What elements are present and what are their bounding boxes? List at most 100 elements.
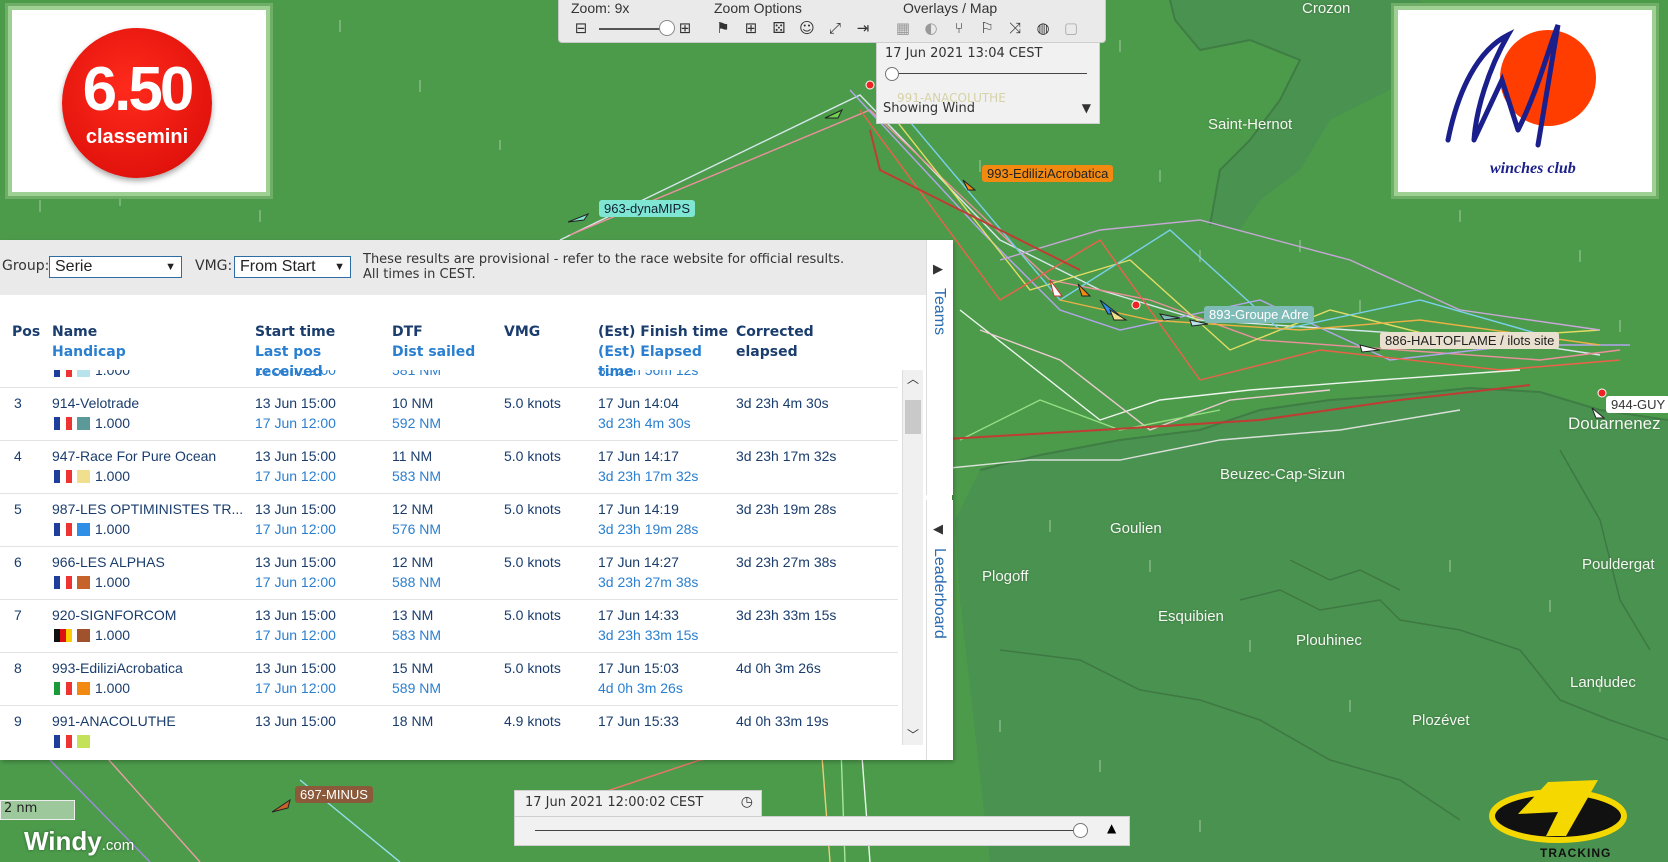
place-douarnenez: Douarnenez [1568,414,1661,433]
row-boat-name: 966-LES ALPHAS [52,554,165,570]
table-row[interactable]: 6 966-LES ALPHAS 13 Jun 15:00 17 Jun 12:00 1… [0,546,898,600]
table-row[interactable]: 4 947-Race For Pure Ocean 13 Jun 15:00 17 J… [0,440,898,494]
col-finish-label: (Est) Finish time [598,324,729,340]
flag-icon [54,735,72,748]
flag-icon [54,682,72,695]
playback-bar: 17 Jun 2021 12:00:02 CEST ◷ ▲ [514,790,1130,846]
playback-slider-handle[interactable] [1073,823,1088,838]
row-vmg: 5.0 knots [504,395,561,411]
table-row[interactable]: 5 987-LES OPTIMINISTES TR... 13 Jun 15:00 1… [0,493,898,547]
row-vmg: 5.0 knots [504,501,561,517]
row-last-pos: 17 Jun 12:00 [255,521,336,537]
leaderboard-scrollbar[interactable]: ︿ ﹀ [902,370,923,745]
row-dist: 583 NM [392,468,442,484]
mode-dropdown-icon[interactable]: ▼ [1082,101,1091,115]
boat-tag-dynamips[interactable]: 963-dynaMIPS [599,200,695,217]
enter-icon[interactable]: ⇥ [853,18,873,38]
table-row-partial[interactable]: 1.000 17 Jun 12:00 581 NM 3d 22h 56m 12s [0,370,898,388]
time-slider-track[interactable] [891,73,1087,74]
row-dtf: 18 NM [392,713,434,729]
boat-color-swatch [77,682,90,695]
time-slider-handle[interactable] [885,67,899,81]
row-elapsed: 3d 23h 4m 30s [598,415,691,431]
col-dist-label: Dist sailed [392,344,476,360]
contrast-icon[interactable]: ◐ [921,18,941,38]
globe-icon[interactable]: ◍ [1033,18,1053,38]
zoom-slider-handle[interactable] [659,20,675,36]
col-dtf[interactable]: DTF Dist sailed [392,322,475,362]
overlays-label: Overlays / Map [903,0,998,16]
expand-icon[interactable]: ⤢ [825,18,845,38]
row-start-time: 13 Jun 15:00 [255,448,336,464]
col-pos[interactable]: Pos [12,322,40,342]
row-dist: 581 NM [392,370,442,378]
row-pos: 3 [14,395,22,411]
col-dtf-label: DTF [392,324,423,340]
clock-icon[interactable]: ◷ [741,794,753,810]
row-corrected: 3d 23h 33m 15s [736,607,837,623]
finish-flag-icon[interactable]: ⚑ [713,18,733,38]
row-handicap: 1.000 [95,521,131,537]
row-dist: 576 NM [392,521,442,537]
col-pos-label: Pos [12,324,41,340]
grid-icon[interactable]: ▦ [893,18,913,38]
row-finish: 17 Jun 14:19 [598,501,679,517]
row-last-pos: 17 Jun 12:00 [255,415,336,431]
group-select-value: Serie [55,258,93,275]
row-dtf: 13 NM [392,607,434,623]
zoom-out-icon[interactable]: ⊟ [571,18,591,38]
wind-mode-label: Showing Wind [883,101,975,116]
playback-time-box: 17 Jun 2021 12:00:02 CEST ◷ [514,790,762,818]
layer-icon[interactable]: ▢ [1061,18,1081,38]
playback-timestamp: 17 Jun 2021 12:00:02 CEST [525,795,704,810]
row-start-time: 13 Jun 15:00 [255,607,336,623]
flag-icon [54,470,72,483]
zoom-plus-icon[interactable]: ⊞ [741,18,761,38]
winches-club-text: winches club [1490,160,1576,177]
row-elapsed: 3d 23h 19m 28s [598,521,699,537]
row-dtf: 10 NM [392,395,434,411]
row-elapsed: 3d 23h 33m 15s [598,627,699,643]
row-handicap: 1.000 [95,627,131,643]
row-last-pos: 17 Jun 12:00 [255,627,336,643]
shuffle-icon[interactable]: ⤨ [1005,18,1025,38]
vmg-select[interactable]: From Start ▼ [234,256,351,278]
leaderboard-panel: Group: Serie ▼ VMG: From Start ▼ These r… [0,240,953,760]
zoom-label: Zoom: 9x [571,0,630,16]
table-row[interactable]: 8 993-EdiliziAcrobatica 13 Jun 15:00 17 Jun… [0,652,898,706]
leaderboard-header: Group: Serie ▼ VMG: From Start ▼ These r… [0,240,926,295]
boat-tag-guy[interactable]: 944-GUY [1606,396,1668,413]
group-select[interactable]: Serie ▼ [49,256,182,278]
row-corrected: 3d 23h 17m 32s [736,448,837,464]
row-handicap: 1.000 [95,574,131,590]
playback-slider-track[interactable] [535,830,1075,831]
zoom-in-icon[interactable]: ⊞ [675,18,695,38]
dice-icon[interactable]: ⚄ [769,18,789,38]
windy-logo[interactable]: Windy.com [24,826,134,857]
expand-up-icon[interactable]: ▲ [1107,821,1116,835]
flags-icon[interactable]: ⚐ [977,18,997,38]
boat-tag-groupe-adre[interactable]: 893-Groupe Adre [1204,306,1314,323]
scrollbar-thumb[interactable] [905,400,921,434]
col-name[interactable]: Name Handicap [52,322,126,362]
table-row[interactable]: 7 920-SIGNFORCOM 13 Jun 15:00 17 Jun 12:00 1… [0,599,898,653]
row-finish: 17 Jun 15:33 [598,713,679,729]
scroll-up-icon[interactable]: ︿ [907,370,919,387]
row-handicap: 1.000 [95,415,131,431]
scroll-down-icon[interactable]: ﹀ [907,726,919,743]
col-corrected[interactable]: Corrected elapsed [736,322,814,362]
tab-teams[interactable]: ▶ Teams [926,240,953,495]
row-dist: 583 NM [392,627,442,643]
boat-tag-haltoflame[interactable]: 886-HALTOFLAME / ilots site [1380,332,1560,349]
group-icon[interactable]: ☺ [797,18,817,38]
top-toolbar: Zoom: 9x Zoom Options Overlays / Map ⊟ ⊞… [558,0,1106,43]
windy-suffix: .com [101,837,135,854]
boat-tag-minus[interactable]: 697-MINUS [295,786,373,803]
col-vmg[interactable]: VMG [504,322,540,342]
boat-tag-edilizi[interactable]: 993-EdiliziAcrobatica [982,165,1114,182]
table-row[interactable]: 9 991-ANACOLUTHE 13 Jun 15:00 18 NM 4.9 knot… [0,705,898,750]
row-boat-name: 987-LES OPTIMINISTES TR... [52,501,244,517]
table-row[interactable]: 3 914-Velotrade 13 Jun 15:00 17 Jun 12:00 10… [0,387,898,441]
tab-leaderboard[interactable]: ◀ Leaderboard [926,500,953,760]
branch-icon[interactable]: ⑂ [949,18,969,38]
